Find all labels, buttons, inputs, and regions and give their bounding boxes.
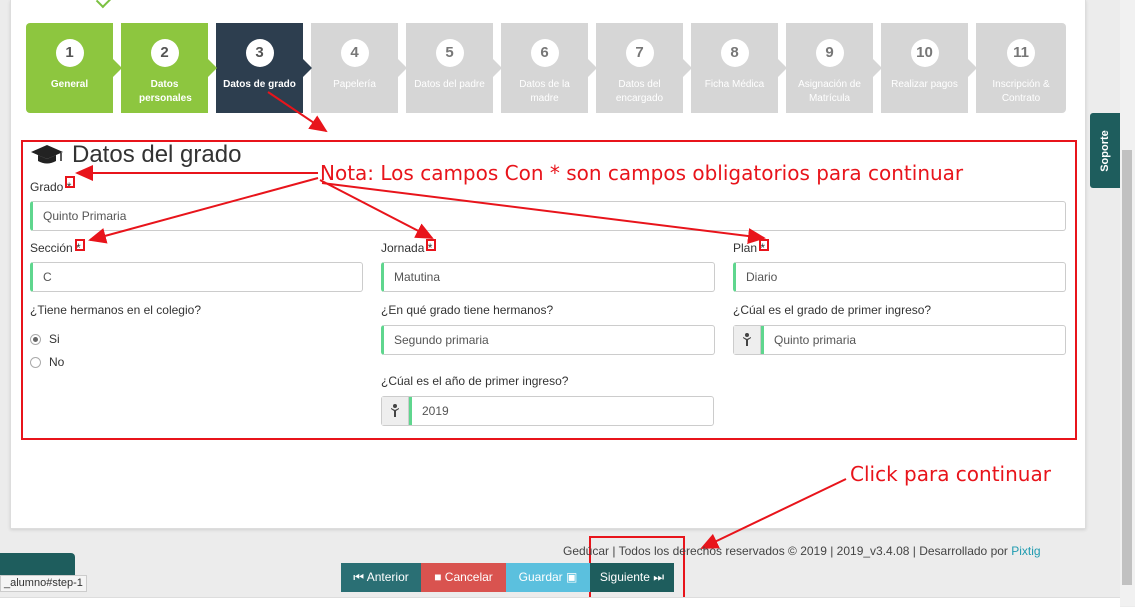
- footer: Gedúcar | Todos los derechos reservados …: [563, 544, 1041, 558]
- anterior-button[interactable]: ⏮ Anterior: [341, 563, 421, 592]
- stop-icon: ■: [434, 570, 442, 584]
- arrow-to-jornada: [319, 179, 434, 239]
- footer-brand: Gedúcar: [563, 544, 610, 558]
- arrow-to-form: [267, 91, 328, 133]
- siguiente-button[interactable]: Siguiente ⏭: [590, 563, 674, 592]
- step-forward-icon: ⏭: [653, 570, 665, 584]
- annotation-arrows: [75, 91, 847, 606]
- step-backward-icon: ⏮: [353, 570, 365, 584]
- arrow-to-plan: [321, 182, 766, 244]
- soporte-label: Soporte: [1099, 129, 1111, 172]
- cancelar-button[interactable]: ■ Cancelar: [421, 563, 506, 592]
- soporte-tab[interactable]: Soporte: [1090, 113, 1120, 188]
- status-url: _alumno#step-1: [0, 575, 87, 592]
- arrow-to-seccion: [88, 177, 319, 244]
- save-icon: ▣: [566, 570, 578, 584]
- guardar-button[interactable]: Guardar ▣: [506, 563, 590, 592]
- arrow-to-siguiente: [700, 478, 847, 549]
- footer-dev-link[interactable]: Pixtig: [1011, 544, 1040, 558]
- chat-widget[interactable]: [0, 553, 75, 575]
- footer-text: | Todos los derechos reservados © 2019 |…: [609, 544, 1012, 558]
